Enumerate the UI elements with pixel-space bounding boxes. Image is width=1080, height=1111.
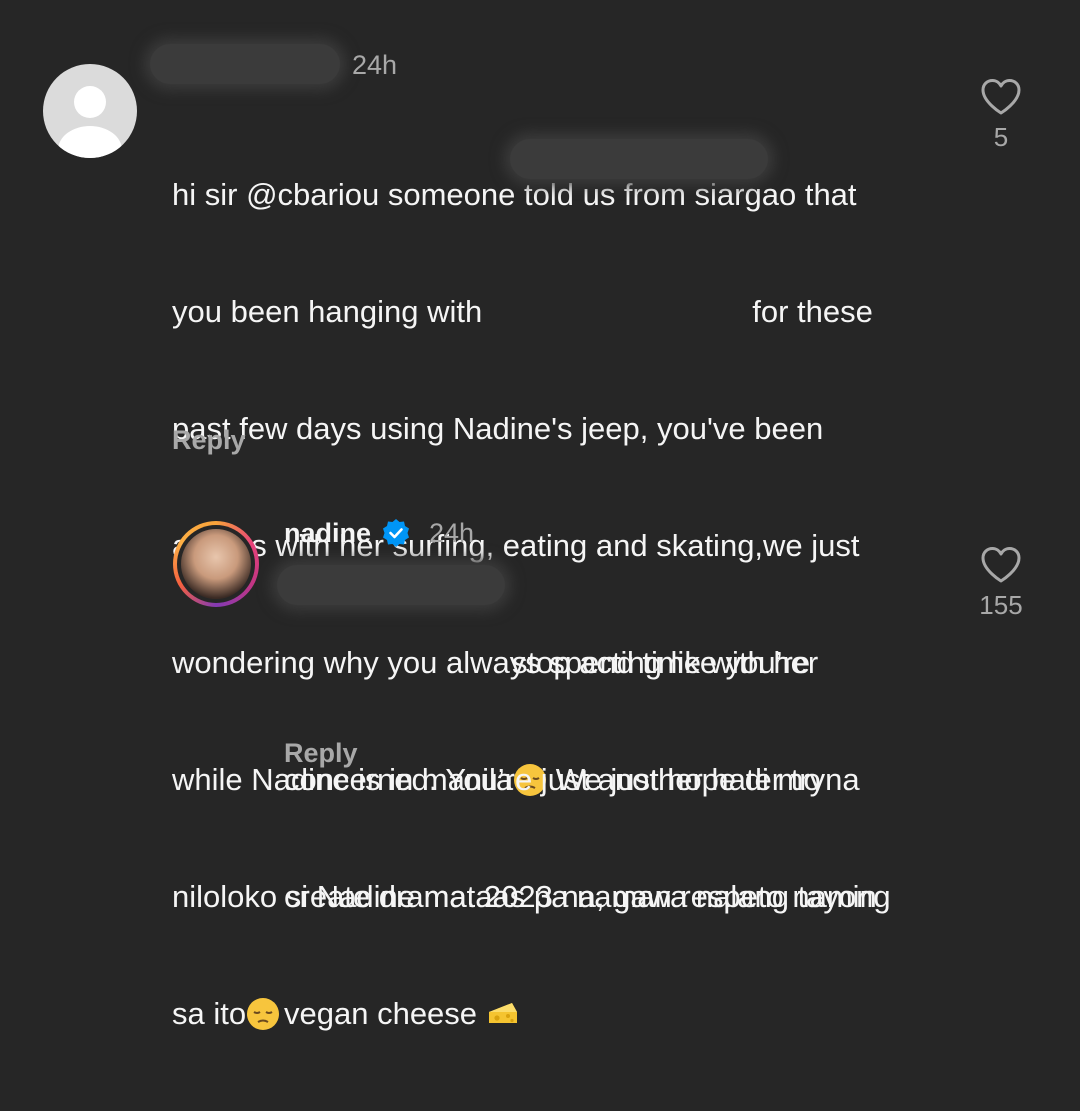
mention-link[interactable]: @cbariou <box>246 177 379 212</box>
pensive-face-icon <box>247 998 280 1030</box>
reply-button[interactable]: Reply <box>284 738 358 769</box>
nadine-avatar[interactable] <box>173 521 259 607</box>
commenter-avatar[interactable] <box>43 64 137 158</box>
comment-timestamp: 24h <box>352 50 398 80</box>
like-area: 155 <box>961 546 1041 621</box>
like-area: 5 <box>961 78 1041 153</box>
reply-text: stop acting like you’re concerned. You’r… <box>284 645 891 1031</box>
redacted-username <box>150 44 340 84</box>
reply-header: nadine 24h <box>284 518 474 549</box>
reply-button[interactable]: Reply <box>172 425 246 456</box>
profile-photo <box>181 529 251 599</box>
heart-icon[interactable] <box>980 78 1022 116</box>
heart-icon[interactable] <box>980 546 1022 584</box>
verified-badge-icon <box>383 519 410 547</box>
reply-timestamp: 24h <box>429 518 475 548</box>
username-link[interactable]: nadine <box>284 518 371 548</box>
default-user-icon <box>58 86 122 158</box>
like-count: 5 <box>993 122 1009 152</box>
like-count: 155 <box>979 590 1023 620</box>
redacted-name <box>510 139 768 179</box>
cheese-icon <box>488 1003 517 1023</box>
